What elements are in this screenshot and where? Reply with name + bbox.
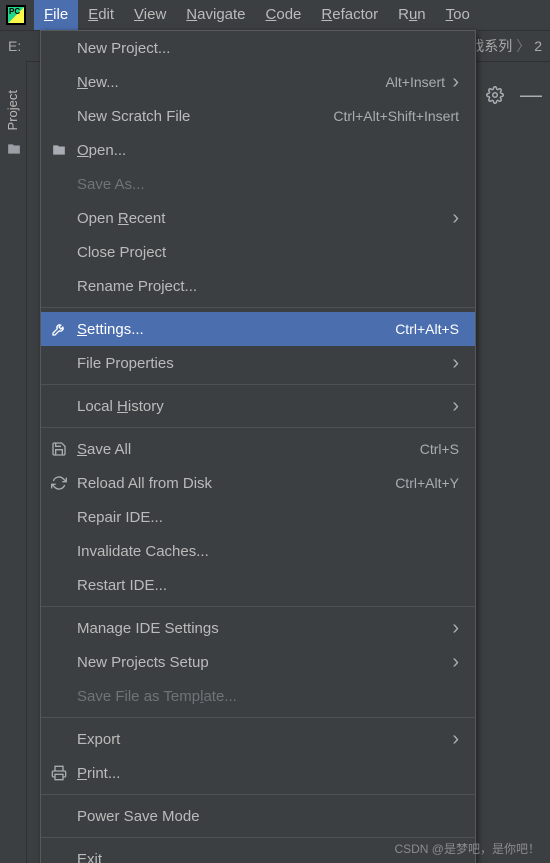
menu-item-rename-project[interactable]: Rename Project...	[41, 269, 475, 303]
breadcrumb-part[interactable]: 2	[534, 38, 542, 54]
menu-item-label: Invalidate Caches...	[77, 543, 459, 560]
menu-item-print[interactable]: Print...	[41, 756, 475, 790]
menu-item-label: Open Recent	[77, 210, 445, 227]
toolbar-right: —	[486, 86, 542, 104]
menu-item-settings[interactable]: Settings...Ctrl+Alt+S	[41, 312, 475, 346]
menu-item-label: Reload All from Disk	[77, 475, 395, 492]
menu-item-label: Save As...	[77, 176, 459, 193]
reload-icon	[51, 475, 71, 491]
menu-separator	[41, 606, 475, 607]
pycharm-logo-icon: PC	[6, 5, 26, 25]
menu-item-save-all[interactable]: Save AllCtrl+S	[41, 432, 475, 466]
breadcrumb: E:	[8, 38, 21, 54]
menu-item-label: Manage IDE Settings	[77, 620, 445, 637]
menu-item-label: New Scratch File	[77, 108, 333, 125]
breadcrumb-separator-icon: 〉	[516, 36, 530, 56]
chevron-right-icon: ›	[445, 651, 459, 674]
menu-tools[interactable]: Too	[436, 0, 480, 30]
menu-run[interactable]: Run	[388, 0, 436, 30]
menu-item-repair-ide[interactable]: Repair IDE...	[41, 500, 475, 534]
folder-icon[interactable]	[6, 142, 26, 156]
menu-item-label: New...	[77, 74, 385, 91]
menu-item-label: Settings...	[77, 321, 395, 338]
file-menu-dropdown: New Project...New...Alt+Insert›New Scrat…	[40, 30, 476, 863]
menu-item-label: Power Save Mode	[77, 808, 459, 825]
menu-navigate[interactable]: Navigate	[176, 0, 255, 30]
menu-edit[interactable]: Edit	[78, 0, 124, 30]
menu-separator	[41, 794, 475, 795]
menu-separator	[41, 837, 475, 838]
menu-item-label: Close Project	[77, 244, 459, 261]
menu-item-export[interactable]: Export›	[41, 722, 475, 756]
menu-file[interactable]: File	[34, 0, 78, 30]
menu-item-label: Repair IDE...	[77, 509, 459, 526]
menu-item-close-project[interactable]: Close Project	[41, 235, 475, 269]
breadcrumb-drive: E:	[8, 38, 21, 54]
menubar: PC FileEditViewNavigateCodeRefactorRunTo…	[0, 0, 550, 31]
menu-item-save-file-as-template: Save File as Template...	[41, 679, 475, 713]
menu-refactor[interactable]: Refactor	[311, 0, 388, 30]
menu-item-new[interactable]: New...Alt+Insert›	[41, 65, 475, 99]
menu-item-shortcut: Alt+Insert	[385, 74, 445, 90]
menu-item-label: Open...	[77, 142, 459, 159]
menu-item-label: Save All	[77, 441, 420, 458]
menu-view[interactable]: View	[124, 0, 176, 30]
menu-item-open[interactable]: Open...	[41, 133, 475, 167]
gear-icon[interactable]	[486, 86, 504, 104]
watermark: CSDN @是梦吧，是你吧！	[394, 840, 540, 857]
menu-item-label: Export	[77, 731, 445, 748]
menu-item-shortcut: Ctrl+Alt+Y	[395, 475, 459, 491]
chevron-right-icon: ›	[445, 728, 459, 751]
menu-item-reload-all-from-disk[interactable]: Reload All from DiskCtrl+Alt+Y	[41, 466, 475, 500]
menu-item-file-properties[interactable]: File Properties›	[41, 346, 475, 380]
menu-item-shortcut: Ctrl+Alt+S	[395, 321, 459, 337]
menu-separator	[41, 427, 475, 428]
print-icon	[51, 765, 71, 781]
chevron-right-icon: ›	[445, 207, 459, 230]
breadcrumb-part[interactable]: 戏系列	[470, 36, 512, 56]
menu-item-invalidate-caches[interactable]: Invalidate Caches...	[41, 534, 475, 568]
chevron-right-icon: ›	[445, 352, 459, 375]
menu-item-new-projects-setup[interactable]: New Projects Setup›	[41, 645, 475, 679]
menu-item-label: File Properties	[77, 355, 445, 372]
chevron-right-icon: ›	[445, 395, 459, 418]
menu-item-shortcut: Ctrl+S	[420, 441, 459, 457]
menu-item-new-project[interactable]: New Project...	[41, 31, 475, 65]
menu-item-open-recent[interactable]: Open Recent›	[41, 201, 475, 235]
menu-item-power-save-mode[interactable]: Power Save Mode	[41, 799, 475, 833]
menu-item-new-scratch-file[interactable]: New Scratch FileCtrl+Alt+Shift+Insert	[41, 99, 475, 133]
menu-separator	[41, 307, 475, 308]
folder-icon	[51, 143, 71, 157]
minimize-icon[interactable]: —	[520, 90, 542, 100]
wrench-icon	[51, 321, 71, 337]
menu-item-label: New Project...	[77, 40, 459, 57]
menu-item-manage-ide-settings[interactable]: Manage IDE Settings›	[41, 611, 475, 645]
save-icon	[51, 441, 71, 457]
menu-separator	[41, 717, 475, 718]
project-tool-tab[interactable]: Project	[5, 90, 20, 130]
menu-item-label: Print...	[77, 765, 459, 782]
menu-item-shortcut: Ctrl+Alt+Shift+Insert	[333, 108, 459, 124]
menu-code[interactable]: Code	[256, 0, 312, 30]
menu-item-label: New Projects Setup	[77, 654, 445, 671]
menu-separator	[41, 384, 475, 385]
menu-item-local-history[interactable]: Local History›	[41, 389, 475, 423]
menu-item-label: Rename Project...	[77, 278, 459, 295]
menu-item-restart-ide[interactable]: Restart IDE...	[41, 568, 475, 602]
chevron-right-icon: ›	[445, 71, 459, 94]
menu-item-label: Save File as Template...	[77, 688, 459, 705]
chevron-right-icon: ›	[445, 617, 459, 640]
menu-item-label: Local History	[77, 398, 445, 415]
menu-item-label: Restart IDE...	[77, 577, 459, 594]
menu-item-save-as: Save As...	[41, 167, 475, 201]
tool-window-rail: Project	[0, 60, 27, 863]
